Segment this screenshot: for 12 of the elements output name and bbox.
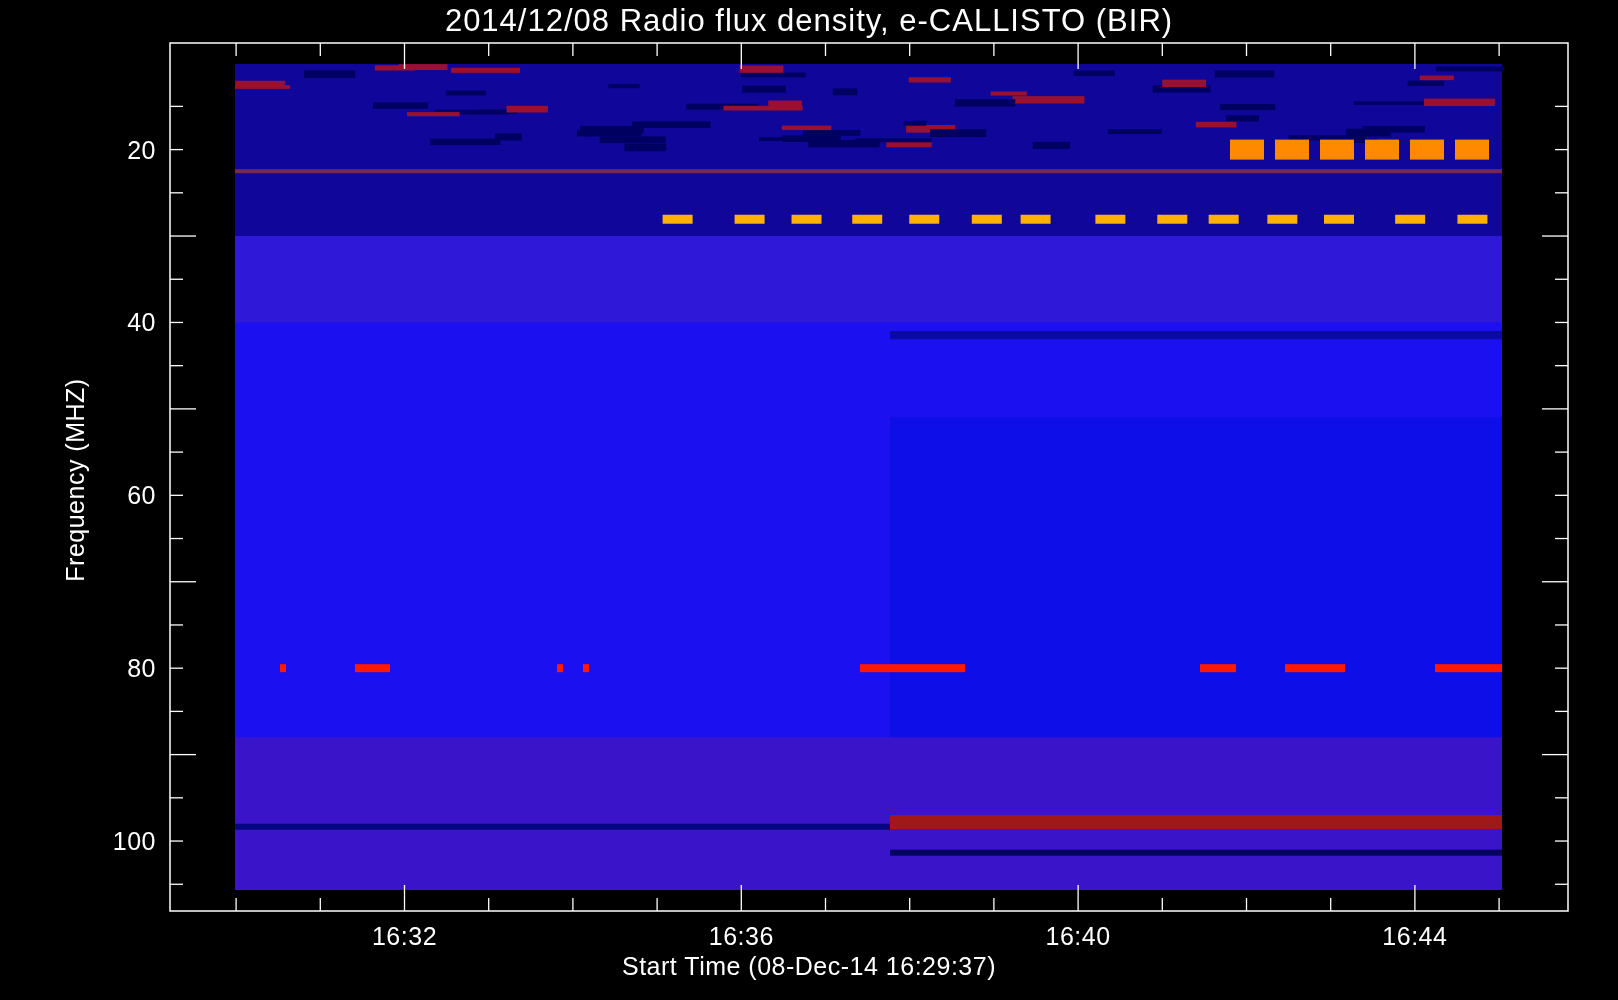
tick-label: 60 <box>127 481 156 510</box>
tick-label: 80 <box>127 654 156 683</box>
tick-label: 16:32 <box>371 922 438 950</box>
axis-title: Start Time (08-Dec-14 16:29:37) <box>622 952 996 980</box>
tick-label: 16:44 <box>1382 922 1448 950</box>
axis-title: Frequency (MHZ) <box>61 378 89 582</box>
tick-label: 16:40 <box>1045 922 1111 950</box>
chart-title: 2014/12/08 Radio flux density, e-CALLISTO (BIR) <box>444 3 1174 38</box>
tick-label: 40 <box>127 308 156 337</box>
tick-label: 16:36 <box>708 922 774 950</box>
tick-label: 20 <box>127 135 156 164</box>
tick-label: 100 <box>112 827 156 856</box>
